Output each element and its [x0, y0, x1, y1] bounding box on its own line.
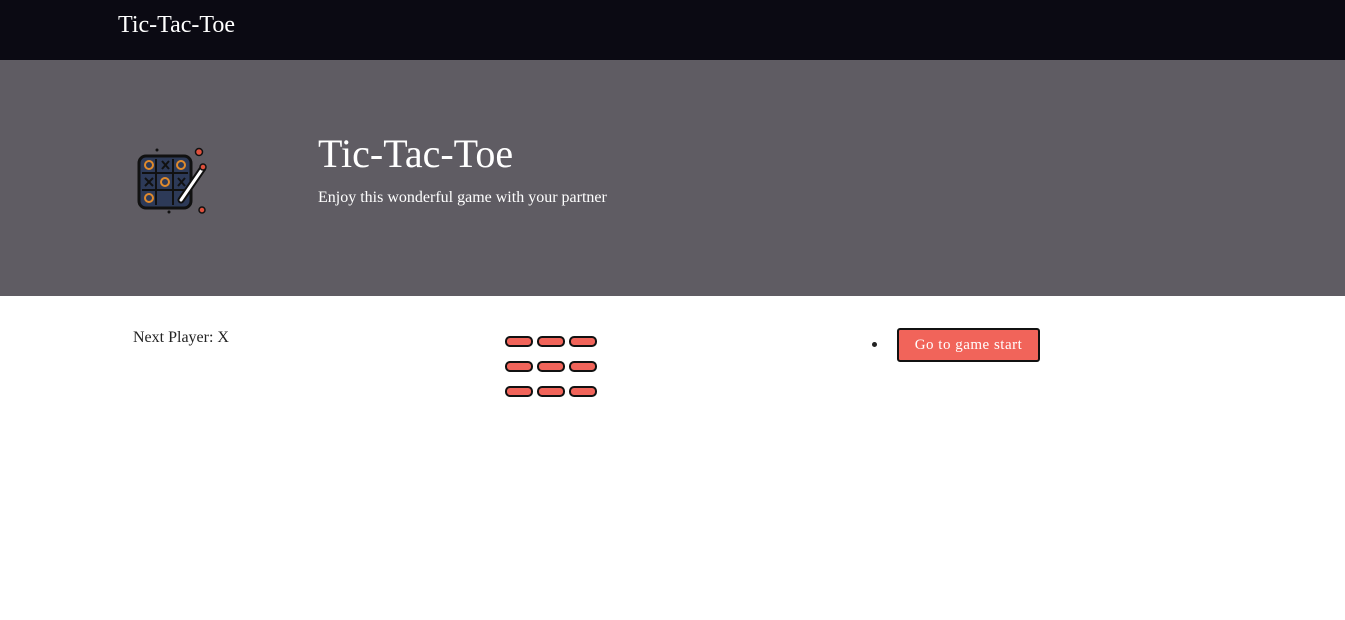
navbar: Tic-Tac-Toe [0, 0, 1345, 60]
board-square[interactable] [569, 336, 597, 347]
hero-subtitle: Enjoy this wonderful game with your part… [318, 189, 607, 206]
board-square[interactable] [537, 336, 565, 347]
board-square[interactable] [505, 336, 533, 347]
board-square[interactable] [505, 386, 533, 397]
go-to-game-start-button[interactable]: Go to game start [897, 328, 1040, 362]
board-square[interactable] [537, 361, 565, 372]
next-player-status: Next Player: X [133, 329, 229, 346]
game-board [505, 336, 599, 400]
navbar-brand[interactable]: Tic-Tac-Toe [118, 11, 235, 39]
list-bullet [872, 342, 877, 347]
board-square[interactable] [569, 386, 597, 397]
board-square[interactable] [537, 386, 565, 397]
hero-section: Tic-Tac-Toe Enjoy this wonderful game wi… [0, 60, 1345, 296]
tic-tac-toe-board-icon [133, 140, 211, 214]
hero-title: Tic-Tac-Toe [318, 131, 514, 176]
board-square[interactable] [505, 361, 533, 372]
board-square[interactable] [569, 361, 597, 372]
